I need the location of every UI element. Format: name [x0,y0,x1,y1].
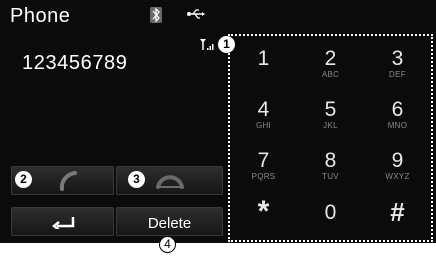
key-digit: 2 [324,47,337,70]
key-digit: 1 [257,47,270,70]
key-2[interactable]: 2 ABC [297,36,364,87]
delete-label: Delete [147,215,192,232]
signal-strength-icon [200,39,214,50]
handset-end-icon [156,175,184,189]
usb-icon [187,9,205,19]
callout-marker: 2 [15,171,32,188]
key-digit: 7 [257,149,270,172]
key-symbol: * [257,195,270,228]
key-5[interactable]: 5 JKL [297,87,364,138]
callout-marker: 3 [128,171,145,188]
back-arrow-icon [52,217,75,229]
key-digit: 9 [391,149,404,172]
callout-marker: 1 [218,36,235,53]
key-digit: 5 [324,98,337,121]
bluetooth-icon [150,7,162,23]
key-4[interactable]: 4 GHI [230,87,297,138]
phone-screen: Phone 123456789 Delete 1 2 ABC 3 DEF 4 G… [0,0,436,243]
key-digit: 0 [324,201,337,224]
key-letters: TUV [322,172,339,181]
key-digit: 6 [391,98,404,121]
dial-keypad: 1 2 ABC 3 DEF 4 GHI 5 JKL 6 MNO 7 PQRS 8 [228,34,433,242]
key-letters: PQRS [251,172,276,181]
key-8[interactable]: 8 TUV [297,138,364,189]
key-3[interactable]: 3 DEF [364,36,431,87]
back-button[interactable] [11,207,114,236]
key-letters: GHI [255,121,272,130]
key-symbol: # [390,197,405,227]
key-digit: 3 [391,47,404,70]
key-digit: 8 [324,149,337,172]
key-6[interactable]: 6 MNO [364,87,431,138]
key-9[interactable]: 9 WXYZ [364,138,431,189]
callout-marker: 4 [159,236,176,253]
key-star[interactable]: * [230,189,297,240]
screen-title: Phone [10,5,71,27]
key-letters: MNO [387,121,408,130]
key-hash[interactable]: # [364,189,431,240]
key-1[interactable]: 1 [230,36,297,87]
delete-button[interactable]: Delete [116,207,223,236]
key-letters: WXYZ [385,172,410,181]
key-digit: 4 [257,98,270,121]
key-0[interactable]: 0 [297,189,364,240]
key-7[interactable]: 7 PQRS [230,138,297,189]
handset-call-icon [59,171,77,191]
key-letters: DEF [389,70,406,79]
key-letters: ABC [321,70,340,79]
dialed-number-display: 123456789 [22,52,128,74]
key-letters: JKL [323,121,338,130]
